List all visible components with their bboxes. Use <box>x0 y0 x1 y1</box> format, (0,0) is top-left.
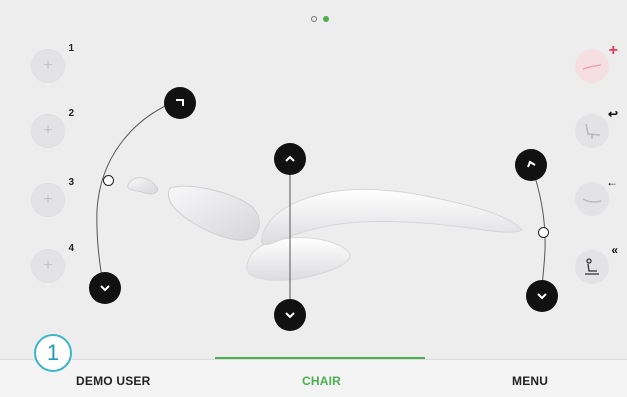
backrest-slider-handle[interactable] <box>103 175 114 186</box>
tab-demo-user[interactable]: DEMO USER <box>76 374 150 388</box>
active-tab-indicator <box>215 357 425 359</box>
backrest <box>168 185 260 241</box>
tab-menu[interactable]: MENU <box>512 374 548 388</box>
tab-chair[interactable]: CHAIR <box>302 374 341 388</box>
backrest-down-button[interactable] <box>89 272 121 304</box>
chair-reclined-icon <box>582 64 602 70</box>
chevron-down-icon <box>100 285 110 292</box>
bottom-navigation: DEMO USER CHAIR MENU <box>0 359 627 397</box>
arrow-left-icon: ← <box>606 175 618 189</box>
last-position-button[interactable]: « <box>575 244 618 284</box>
legrest-up-button[interactable] <box>515 149 547 181</box>
chair-person-icon <box>585 258 599 275</box>
angle-up-icon <box>527 160 536 168</box>
return-position-button[interactable]: ← <box>575 176 618 216</box>
spittoon-icon: ↩ <box>607 107 618 121</box>
add-icon: + <box>608 42 618 59</box>
backrest-up-button[interactable] <box>164 87 196 119</box>
chevron-down-icon <box>537 293 547 300</box>
chevron-up-icon <box>285 155 295 162</box>
height-up-button[interactable] <box>274 143 306 175</box>
chevron-down-icon <box>285 312 295 319</box>
legrest-slider-handle[interactable] <box>538 227 549 238</box>
headrest <box>127 177 159 195</box>
seat <box>260 188 523 245</box>
chair-sitting-icon <box>585 123 601 139</box>
double-chevron-left-icon: « <box>611 243 618 257</box>
chair-flat-icon <box>582 198 602 203</box>
user-number-badge[interactable]: 1 <box>34 334 72 372</box>
chair-illustration <box>96 100 546 314</box>
legrest-down-button[interactable] <box>526 280 558 312</box>
add-position-button[interactable]: + <box>575 43 618 83</box>
angle-up-right-icon <box>176 99 184 106</box>
backrest-track <box>96 100 177 290</box>
chair-base <box>246 237 351 281</box>
spittoon-position-button[interactable]: ↩ <box>575 108 618 148</box>
height-down-button[interactable] <box>274 299 306 331</box>
